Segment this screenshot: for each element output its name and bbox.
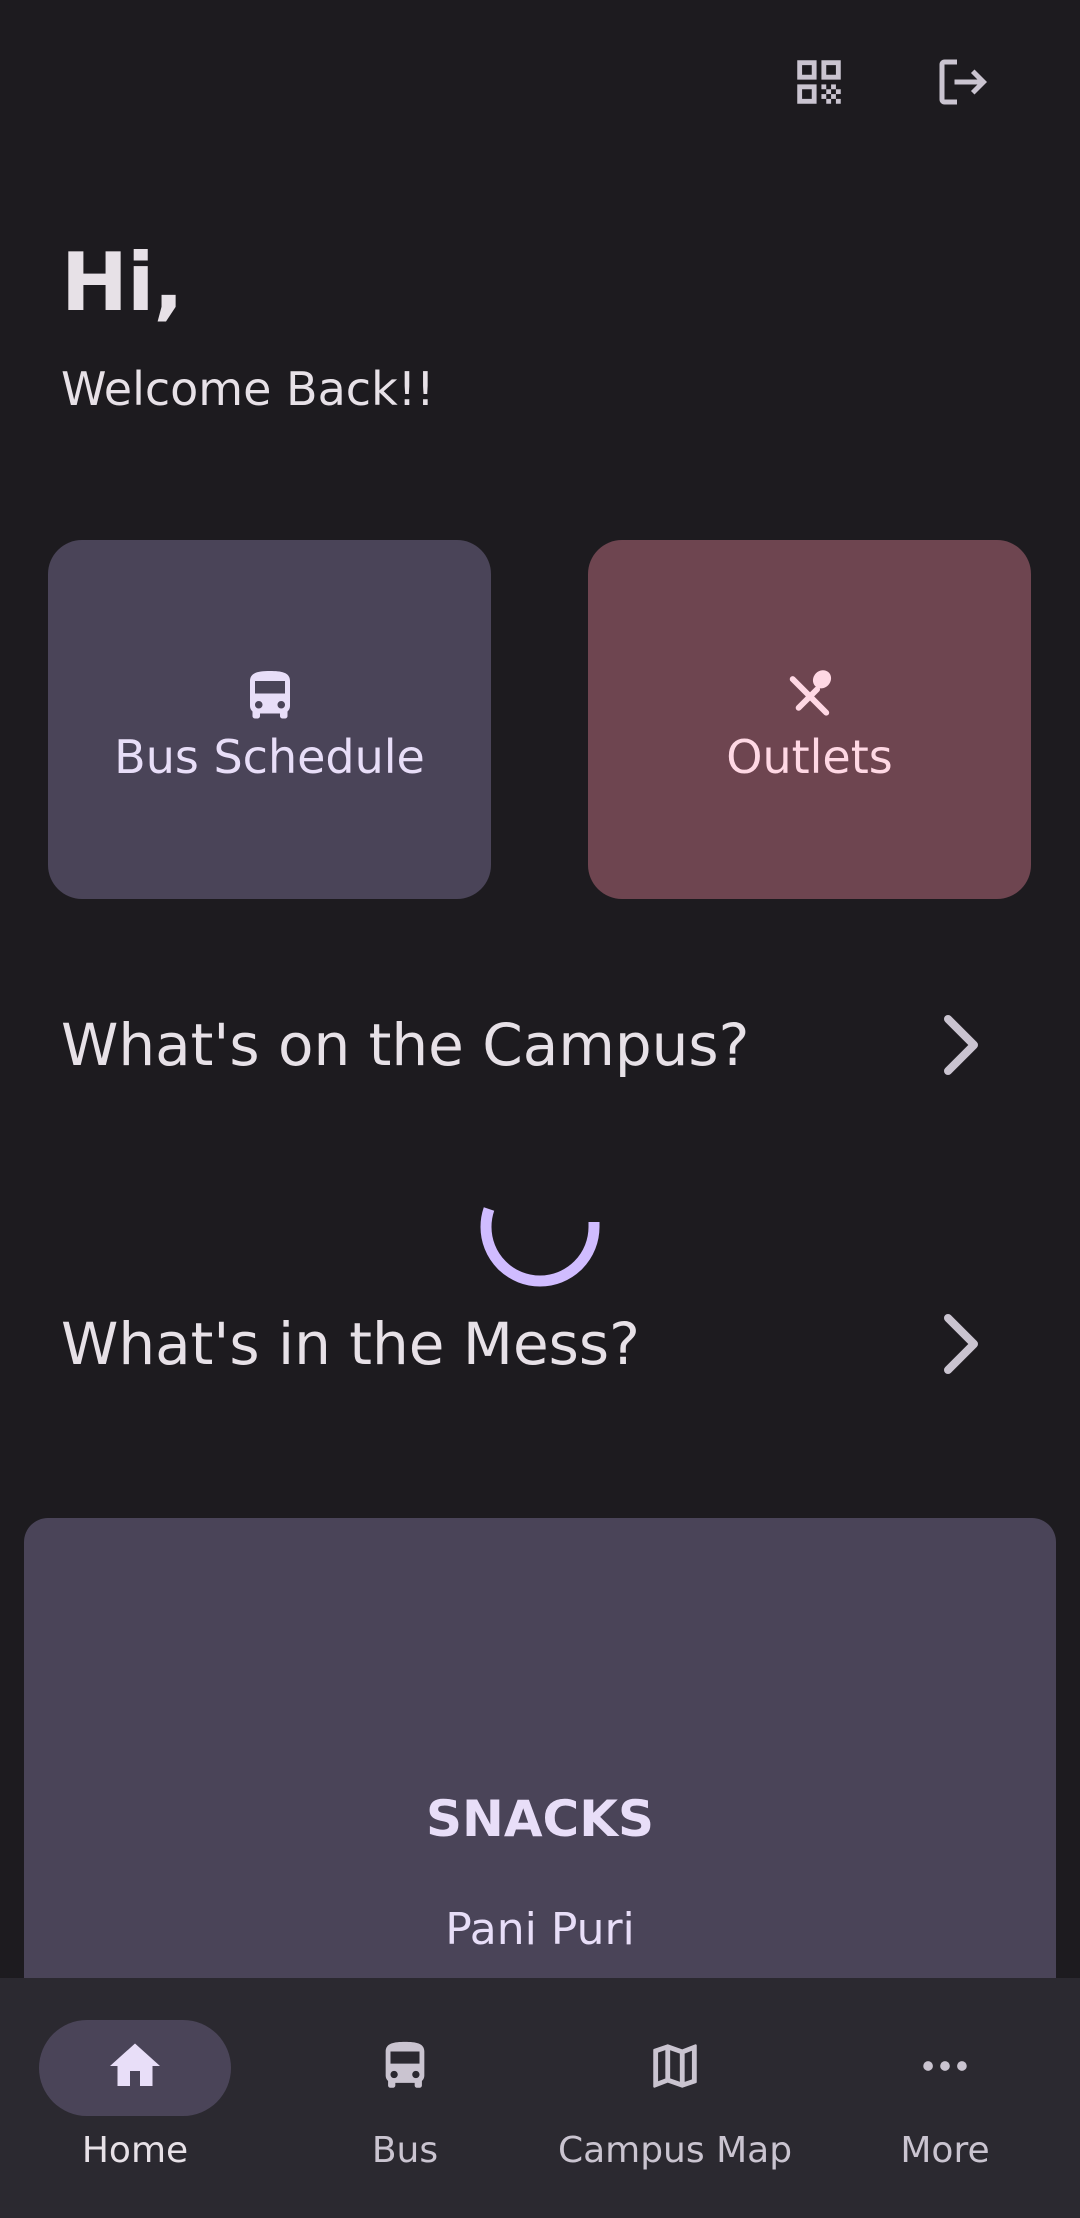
nav-icon-container [309,2020,501,2116]
map-icon [646,2037,704,2099]
nav-icon-container [579,2020,771,2116]
home-icon [105,2036,165,2100]
chevron-right-icon[interactable] [940,1013,984,1077]
bottom-navigation-bar: Home Bus Campus Map More [0,1978,1080,2218]
greeting-subtitle: Welcome Back!! [61,362,435,416]
loading-spinner [479,1166,601,1288]
bus-schedule-label: Bus Schedule [114,729,425,784]
restaurant-icon [778,662,842,726]
meal-item: Pani Puri [445,1904,635,1955]
home-screen: Hi, Welcome Back!! Bus Schedule Outlets … [0,0,1080,2218]
mess-section-header[interactable]: What's in the Mess? [61,1304,984,1384]
campus-section-title: What's on the Campus? [61,1011,750,1079]
nav-active-indicator [39,2020,231,2116]
bus-icon [376,2037,434,2099]
nav-label-more: More [900,2130,990,2171]
bus-schedule-tile[interactable]: Bus Schedule [48,540,491,899]
chevron-right-icon[interactable] [940,1312,984,1376]
campus-section-header[interactable]: What's on the Campus? [61,1005,984,1085]
nav-item-home[interactable]: Home [0,1978,270,2218]
more-horizontal-icon [916,2037,974,2099]
outlets-tile[interactable]: Outlets [588,540,1031,899]
nav-label-campus-map: Campus Map [557,2130,793,2171]
outlets-label: Outlets [726,729,893,784]
nav-label-home: Home [81,2130,189,2171]
nav-item-more[interactable]: More [810,1978,1080,2218]
logout-icon[interactable] [926,46,998,118]
meal-category: SNACKS [425,1790,654,1848]
nav-item-campus-map[interactable]: Campus Map [540,1978,810,2218]
mess-menu-card[interactable]: SNACKS Pani Puri [24,1518,1056,2038]
nav-item-bus[interactable]: Bus [270,1978,540,2218]
greeting-title: Hi, [61,236,184,329]
mess-section-title: What's in the Mess? [61,1310,640,1378]
nav-icon-container [849,2020,1041,2116]
nav-label-bus: Bus [371,2130,439,2171]
qr-code-icon[interactable] [783,46,855,118]
bus-icon [240,662,300,726]
